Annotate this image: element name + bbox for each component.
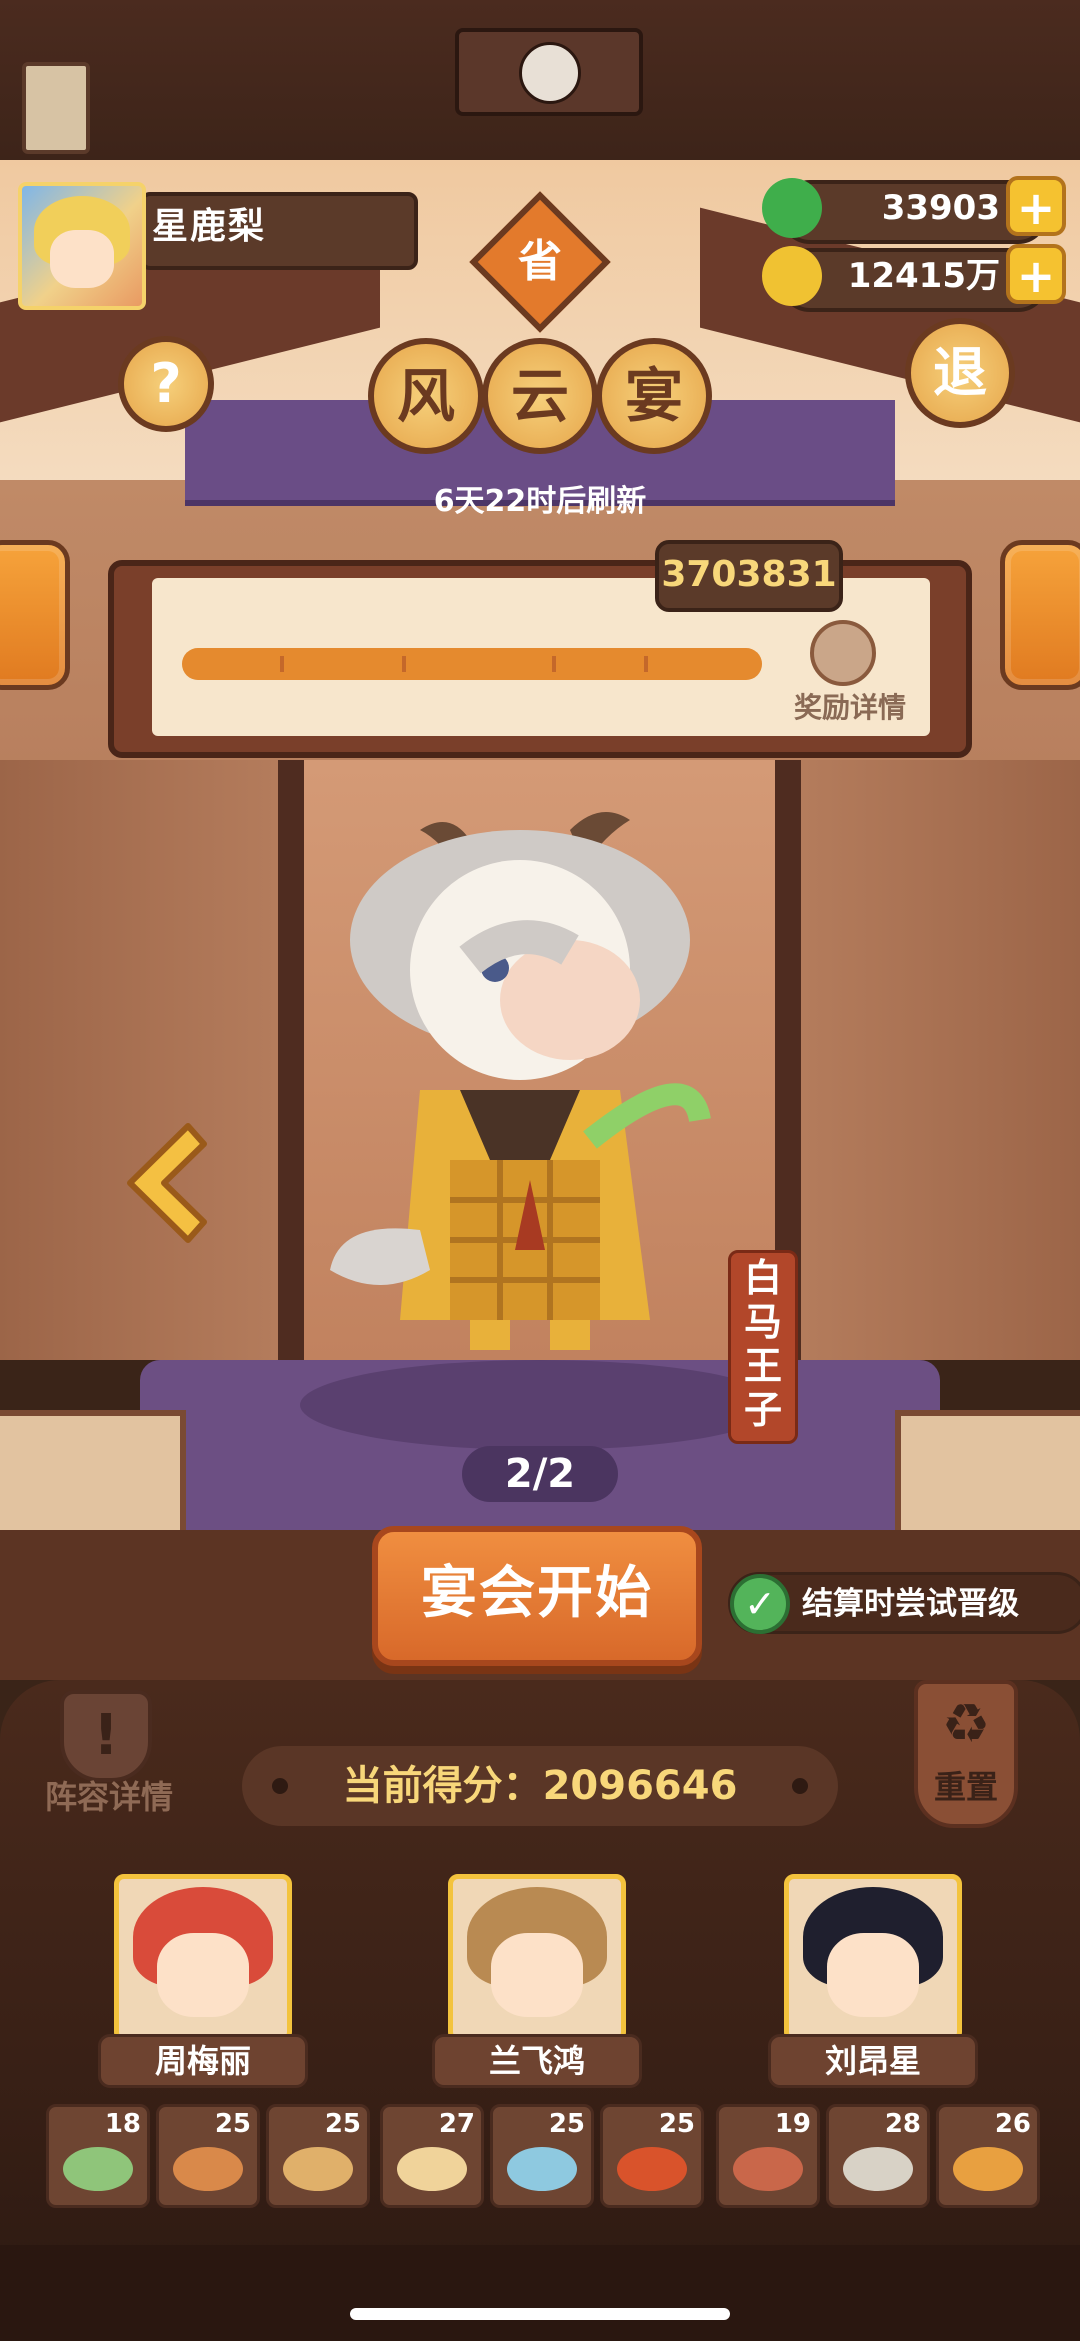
add-gold-button[interactable]: + (1006, 244, 1066, 304)
start-banquet-button[interactable]: 宴会开始 (372, 1526, 702, 1666)
chef-card[interactable] (114, 1874, 292, 2042)
progress-tick (644, 656, 648, 672)
reset-label[interactable]: 重置 (914, 1762, 1018, 1808)
progress-tick (402, 656, 406, 672)
title-char-3: 宴 (596, 338, 712, 454)
lineup-details-button[interactable]: 阵容详情 (34, 1772, 184, 1818)
chef-name: 周梅丽 (98, 2034, 308, 2088)
dish-level: 27 (438, 2109, 475, 2139)
curtain-left (0, 760, 278, 1360)
dish-slot[interactable]: 25 (490, 2104, 594, 2208)
dish-level: 25 (214, 2109, 251, 2139)
dish-level: 25 (324, 2109, 361, 2139)
pillar-left (278, 760, 304, 1360)
home-indicator[interactable] (350, 2308, 730, 2320)
hanging-portrait-decor (455, 28, 643, 116)
title-char-1: 风 (368, 338, 484, 454)
bottom-bar (0, 2245, 1080, 2341)
character-name: 白 马 王 子 (743, 1256, 782, 1432)
chef-name: 兰飞鸿 (432, 2034, 642, 2088)
exit-button[interactable]: 退 (905, 318, 1015, 428)
score-progress-fill (182, 648, 762, 680)
chef-card[interactable] (784, 1874, 962, 2042)
dish-slot[interactable]: 25 (156, 2104, 260, 2208)
gold-amount: 12415万 (847, 256, 1000, 296)
current-score: 当前得分：2096646 (342, 1763, 738, 1809)
player-name: 星鹿梨 (152, 206, 267, 247)
dish-level: 25 (658, 2109, 695, 2139)
dish-level: 26 (994, 2109, 1031, 2139)
target-score: 3703831 (661, 554, 837, 595)
chef-name: 刘昂星 (768, 2034, 978, 2088)
reset-icon[interactable]: ♻ (914, 1692, 1018, 1755)
reward-details-button[interactable]: 奖励详情 (785, 686, 915, 726)
dish-slot[interactable]: 26 (936, 2104, 1040, 2208)
dish-slot[interactable]: 19 (716, 2104, 820, 2208)
dish-level: 25 (548, 2109, 585, 2139)
progress-tick (280, 656, 284, 672)
wall-scroll-decor (22, 62, 90, 154)
prev-character-arrow[interactable] (118, 1118, 208, 1248)
title-char-2: 云 (482, 338, 598, 454)
curtain-right (801, 760, 1080, 1360)
exclamation-icon[interactable]: ! (60, 1690, 152, 1782)
rank-badge-label: 省 (518, 236, 562, 287)
dish-slot[interactable]: 27 (380, 2104, 484, 2208)
dish-slot[interactable]: 28 (826, 2104, 930, 2208)
help-button[interactable]: ? (118, 336, 214, 432)
reward-chest-icon[interactable] (810, 620, 876, 686)
chef-card[interactable] (448, 1874, 626, 2042)
lantern-left (0, 540, 70, 690)
page-indicator: 2/2 (462, 1446, 618, 1502)
lantern-right (1000, 540, 1080, 690)
dish-slot[interactable]: 18 (46, 2104, 150, 2208)
add-jade-button[interactable]: + (1006, 176, 1066, 236)
dish-level: 19 (774, 2109, 811, 2139)
dish-slot[interactable]: 25 (600, 2104, 704, 2208)
dish-level: 28 (884, 2109, 921, 2139)
refresh-countdown: 6天22时后刷新 (433, 484, 647, 519)
dish-level: 18 (104, 2109, 141, 2139)
jade-amount: 33903 (881, 188, 1000, 228)
dish-slot[interactable]: 25 (266, 2104, 370, 2208)
white-horse-prince-character (330, 812, 711, 1350)
player-avatar[interactable] (18, 182, 146, 310)
progress-tick (552, 656, 556, 672)
promotion-toggle-label[interactable]: 结算时尝试晋级 (802, 1574, 1019, 1634)
checkmark-icon[interactable]: ✓ (730, 1574, 790, 1634)
